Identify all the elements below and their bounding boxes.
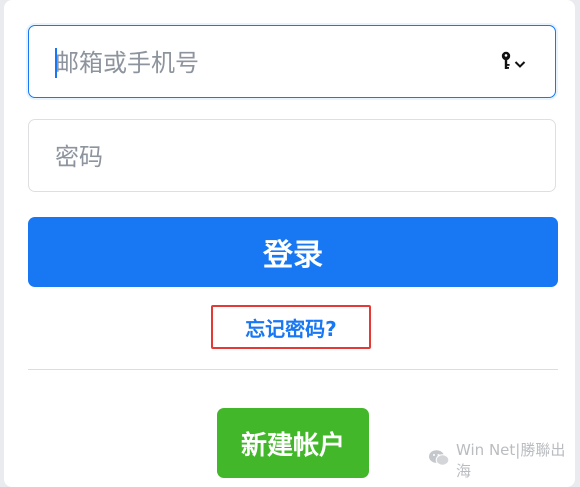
password-manager-button[interactable] [499,51,529,75]
create-account-button[interactable]: 新建帐户 [217,408,369,478]
password-field-container[interactable] [28,119,556,193]
watermark: Win Net|勝聯出海 [428,441,575,480]
watermark-text: Win Net|勝聯出海 [456,441,566,480]
login-card: 登录 忘记密码? 新建帐户 Win Net|勝聯出海 [4,0,575,487]
highlight-box: 忘记密码? [211,305,371,349]
forgot-password-link[interactable]: 忘记密码? [213,307,369,347]
password-field[interactable] [53,120,497,193]
login-button[interactable]: 登录 [28,217,558,287]
chevron-down-icon [514,54,526,73]
wechat-icon [428,449,450,471]
divider [28,369,558,370]
email-field[interactable] [53,26,497,99]
key-icon [499,51,513,75]
email-field-container[interactable] [28,25,556,99]
